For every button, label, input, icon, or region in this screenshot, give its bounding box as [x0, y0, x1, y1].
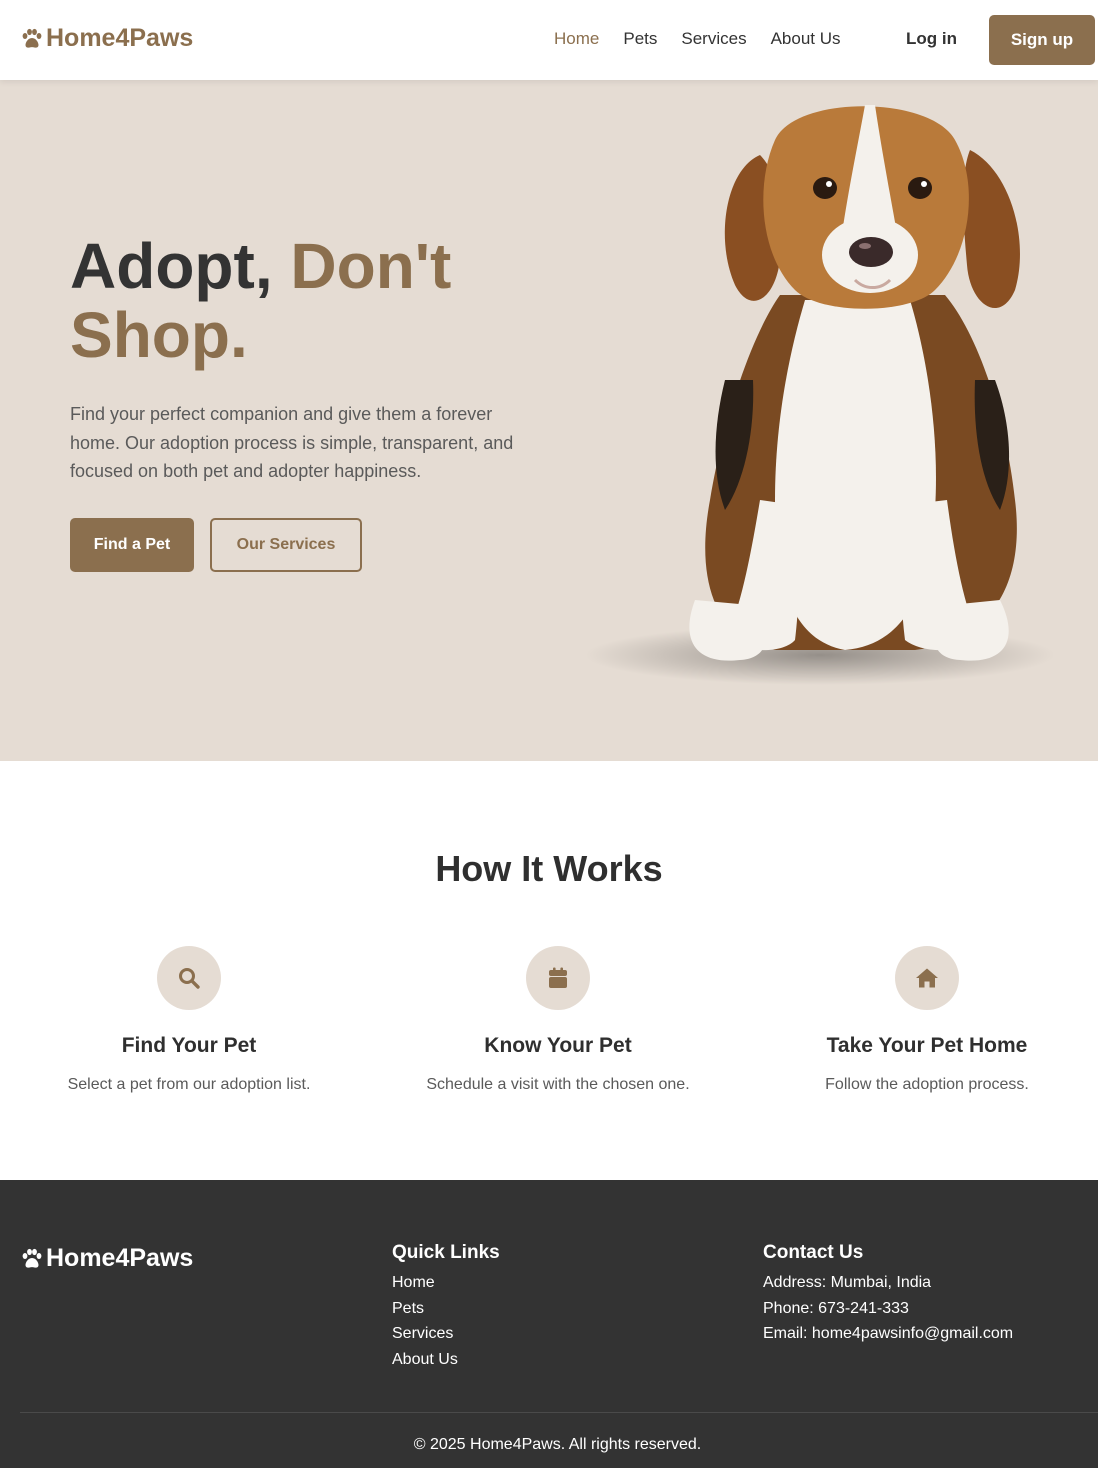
- step-know-your-pet: Know Your Pet Schedule a visit with the …: [378, 946, 738, 1094]
- main-nav: Home Pets Services About Us: [554, 29, 841, 49]
- nav-services[interactable]: Services: [681, 29, 746, 49]
- step-icon-circle: [895, 946, 959, 1010]
- copyright-text: © 2025 Home4Paws. All rights reserved.: [413, 1436, 702, 1453]
- calendar-icon: [549, 967, 567, 988]
- beagle-puppy-image: [585, 105, 1055, 685]
- how-it-works-title: How It Works: [435, 848, 663, 889]
- our-services-button[interactable]: Our Services: [210, 518, 362, 572]
- paw-icon: [22, 1248, 42, 1268]
- hero-description: Find your perfect companion and give the…: [70, 404, 514, 481]
- footer-brand-name: Home4Paws: [46, 1244, 194, 1272]
- footer-link-about-us[interactable]: About Us: [392, 1351, 458, 1368]
- step-title: Know Your Pet: [484, 1034, 632, 1057]
- step-icon-circle: [157, 946, 221, 1010]
- contact-address: Address: Mumbai, India: [763, 1274, 932, 1291]
- find-a-pet-button[interactable]: Find a Pet: [70, 518, 194, 572]
- nav-pets[interactable]: Pets: [623, 29, 657, 49]
- step-text: Schedule a visit with the chosen one.: [426, 1076, 690, 1093]
- step-title: Find Your Pet: [121, 1034, 257, 1057]
- hero-title-dark: Adopt,: [70, 230, 273, 302]
- hero-title: Adopt, Don't Shop.: [70, 232, 550, 370]
- footer-link-pets[interactable]: Pets: [392, 1300, 424, 1317]
- step-text: Follow the adoption process.: [825, 1076, 1029, 1093]
- step-take-your-pet-home: Take Your Pet Home Follow the adoption p…: [747, 946, 1098, 1094]
- paw-icon: [22, 28, 42, 48]
- brand-name: Home4Paws: [46, 24, 194, 52]
- footer-brand-logo[interactable]: Home4Paws: [20, 1244, 193, 1273]
- quick-links-title: Quick Links: [392, 1242, 500, 1263]
- step-find-your-pet: Find Your Pet Select a pet from our adop…: [9, 946, 369, 1094]
- footer-divider: [20, 1412, 1098, 1413]
- signup-button[interactable]: Sign up: [989, 15, 1095, 65]
- footer-link-home[interactable]: Home: [392, 1274, 435, 1291]
- step-title: Take Your Pet Home: [826, 1034, 1028, 1057]
- contact-phone: Phone: 673-241-333: [763, 1299, 909, 1317]
- contact-us: Contact Us Address: Mumbai, India Phone:…: [763, 1242, 1013, 1347]
- site-header: Home4Paws Home Pets Services About Us Lo…: [0, 0, 1098, 80]
- contact-email: Email: home4pawsinfo@gmail.com: [763, 1325, 1014, 1342]
- brand-logo[interactable]: Home4Paws: [20, 24, 193, 53]
- step-text: Select a pet from our adoption list.: [67, 1076, 311, 1093]
- step-icon-circle: [526, 946, 590, 1010]
- site-footer: Home4Paws Quick Links Home Pets Services…: [0, 1180, 1098, 1468]
- quick-links: Quick Links Home Pets Services About Us: [392, 1242, 500, 1372]
- contact-us-title: Contact Us: [763, 1242, 864, 1263]
- login-link[interactable]: Log in: [906, 29, 957, 49]
- hero-section: Adopt, Don't Shop. Find your perfect com…: [0, 80, 1098, 761]
- nav-home[interactable]: Home: [554, 29, 599, 49]
- nav-about-us[interactable]: About Us: [771, 29, 841, 49]
- home-icon: [916, 968, 938, 988]
- footer-link-services[interactable]: Services: [392, 1325, 453, 1342]
- search-icon: [179, 968, 200, 989]
